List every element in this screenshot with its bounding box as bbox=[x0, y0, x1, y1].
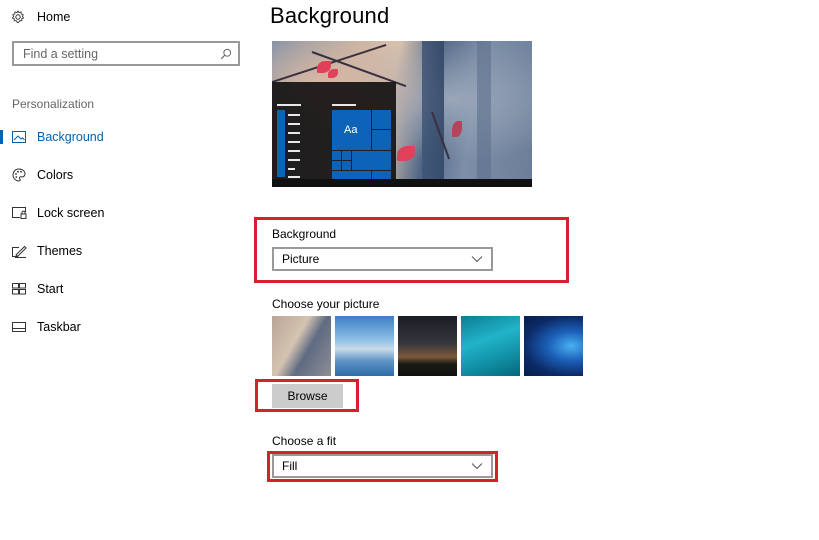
palette-icon bbox=[11, 168, 27, 182]
section-label-personalization: Personalization bbox=[12, 97, 95, 111]
taskbar-icon bbox=[11, 320, 27, 334]
sm-line bbox=[288, 123, 300, 125]
lock-screen-icon bbox=[11, 206, 27, 220]
sidebar-item-label: Background bbox=[37, 130, 104, 144]
page-title: Background bbox=[270, 3, 390, 28]
choose-picture-label: Choose your picture bbox=[272, 297, 380, 311]
themes-icon bbox=[11, 244, 27, 258]
sidebar-item-background[interactable]: Background bbox=[0, 124, 255, 162]
thumbnail-night-sky-tent[interactable] bbox=[398, 316, 457, 376]
sm-tile bbox=[342, 161, 351, 170]
picture-thumbnails bbox=[272, 316, 583, 376]
sidebar-item-label: Start bbox=[37, 282, 64, 296]
sm-line bbox=[288, 168, 295, 170]
background-preview: Aa bbox=[272, 41, 532, 187]
background-type-value: Picture bbox=[282, 252, 320, 266]
search-input[interactable] bbox=[23, 46, 220, 61]
search-icon[interactable] bbox=[220, 48, 232, 60]
sidebar-item-lock-screen[interactable]: Lock screen bbox=[0, 200, 255, 238]
sm-tile bbox=[332, 171, 371, 179]
start-icon bbox=[11, 282, 27, 296]
sidebar-item-taskbar[interactable]: Taskbar bbox=[0, 314, 255, 352]
search-box[interactable] bbox=[12, 41, 240, 66]
preview-leaf bbox=[397, 146, 415, 161]
sm-line bbox=[288, 150, 300, 152]
preview-taskbar bbox=[272, 179, 532, 187]
fit-value: Fill bbox=[282, 459, 298, 473]
thumbnail-underwater-swimmer[interactable] bbox=[461, 316, 520, 376]
fit-dropdown[interactable]: Fill bbox=[272, 454, 493, 478]
sm-tile bbox=[352, 151, 391, 170]
sidebar-nav: Background Colors Lock screen Themes Sta… bbox=[0, 124, 255, 352]
home-link[interactable]: Home bbox=[11, 8, 70, 26]
preview-tile-text: Aa bbox=[344, 124, 358, 136]
choose-fit-label: Choose a fit bbox=[272, 434, 337, 448]
sm-line bbox=[288, 159, 300, 161]
sm-line bbox=[277, 104, 301, 106]
sm-line bbox=[332, 104, 356, 106]
chevron-down-icon bbox=[471, 255, 483, 263]
preview-leaf bbox=[452, 121, 462, 137]
sm-tile bbox=[372, 130, 391, 150]
sidebar-item-themes[interactable]: Themes bbox=[0, 238, 255, 276]
sidebar-item-label: Lock screen bbox=[37, 206, 105, 220]
picture-icon bbox=[11, 130, 27, 144]
preview-trunk-2 bbox=[477, 41, 491, 187]
thumbnail-windows-logo[interactable] bbox=[524, 316, 583, 376]
sidebar-item-start[interactable]: Start bbox=[0, 276, 255, 314]
sm-tile bbox=[342, 151, 351, 160]
sm-tile bbox=[372, 171, 391, 179]
browse-button[interactable]: Browse bbox=[272, 384, 343, 408]
sm-tile bbox=[277, 110, 285, 177]
sm-tile bbox=[372, 110, 391, 129]
preview-leaf bbox=[328, 69, 338, 78]
gear-icon bbox=[11, 10, 25, 24]
thumbnail-beach-rocks[interactable] bbox=[335, 316, 394, 376]
home-label: Home bbox=[37, 10, 71, 24]
sm-tile bbox=[332, 151, 341, 160]
sm-line bbox=[288, 141, 300, 143]
sidebar-item-label: Themes bbox=[37, 244, 83, 258]
sm-tile bbox=[332, 161, 341, 170]
chevron-down-icon bbox=[471, 462, 483, 470]
sidebar-item-label: Colors bbox=[37, 168, 74, 182]
sm-line bbox=[288, 176, 300, 178]
sm-line bbox=[288, 132, 300, 134]
sm-line bbox=[288, 114, 300, 116]
sidebar: Home Personalization Background Colors L… bbox=[0, 0, 255, 540]
background-field-label: Background bbox=[272, 227, 337, 241]
sidebar-item-label: Taskbar bbox=[37, 320, 81, 334]
preview-start-menu: Aa bbox=[272, 82, 396, 179]
background-type-dropdown[interactable]: Picture bbox=[272, 247, 493, 271]
sidebar-item-colors[interactable]: Colors bbox=[0, 162, 255, 200]
thumbnail-autumn-leaves[interactable] bbox=[272, 316, 331, 376]
